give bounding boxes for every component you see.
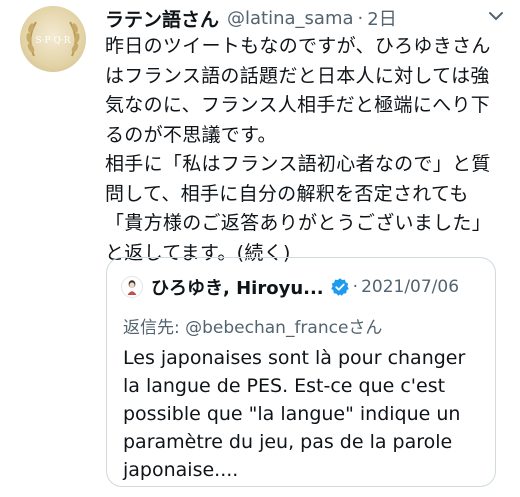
- quoted-text-line: la langue de PES. Est-ce que c'est: [123, 375, 446, 397]
- user-handle[interactable]: @latina_sama: [227, 8, 354, 29]
- spqr-laurel-logo: S·P·Q·R: [26, 21, 80, 57]
- quoted-tweet-text: Les japonaises sont là pour changer la l…: [123, 344, 485, 484]
- person-icon: [121, 276, 143, 298]
- quoted-avatar[interactable]: [121, 276, 143, 298]
- tweet-text-line: 問して、相手に自分の解釈を否定されても: [105, 182, 469, 205]
- quoted-text-line: Les japonaises sont là pour changer: [123, 347, 466, 369]
- display-name[interactable]: ラテン語さん: [105, 5, 219, 32]
- tweet-text-line: るのが不思議です。: [105, 123, 277, 146]
- tweet-text-line: 「貴方様のご返答ありがとうございました」: [105, 212, 492, 234]
- avatar[interactable]: S·P·Q·R: [20, 6, 86, 72]
- separator-dot: ·: [357, 7, 364, 29]
- timestamp[interactable]: 2日: [367, 5, 396, 31]
- tweet-text-line: 相手に「私はフランス語初心者なので」と質: [105, 153, 491, 175]
- tweet-text: 昨日のツイートもなのですが、ひろゆきさん はフランス語の話題だと日本人に対しては…: [105, 32, 510, 268]
- quoted-display-name[interactable]: ひろゆき, Hiroyu...: [151, 274, 324, 300]
- quoted-tweet-header: ひろゆき, Hiroyu... · 2021/07/06: [121, 272, 487, 302]
- tweet-header: ラテン語さん @latina_sama · 2日: [105, 4, 520, 32]
- tweet-text-line: はフランス語の話題だと日本人に対しては強: [105, 64, 490, 87]
- tweet-text-line: 昨日のツイートもなのですが、ひろゆきさん: [105, 35, 491, 57]
- tweet-text-line: 気なのに、フランス人相手だと極端にへり下: [105, 94, 491, 116]
- quoted-text-line: paramètre du jeu, pas de la parole: [123, 431, 453, 453]
- quoted-text-line: possible que "la langue" indique un: [123, 403, 461, 425]
- separator-dot: ·: [352, 277, 359, 297]
- spqr-text: S·P·Q·R: [36, 36, 71, 46]
- quoted-date[interactable]: 2021/07/06: [361, 277, 459, 297]
- quoted-text-line: japonaise....: [123, 459, 239, 481]
- quoted-tweet-card[interactable]: ひろゆき, Hiroyu... · 2021/07/06 返信先: @bebec…: [106, 257, 496, 487]
- chevron-down-icon[interactable]: [486, 8, 506, 24]
- reply-to-label: 返信先: @bebechan_franceさん: [123, 318, 383, 338]
- verified-badge-icon: [330, 278, 349, 296]
